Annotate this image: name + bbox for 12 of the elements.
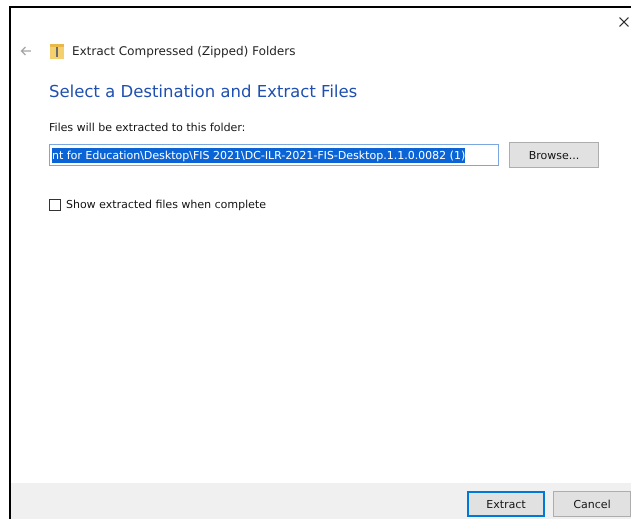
close-icon[interactable]: [619, 17, 629, 27]
field-label: Files will be extracted to this folder:: [49, 121, 246, 134]
checkbox[interactable]: [49, 198, 61, 210]
dialog-button[interactable]: Extract: [467, 491, 545, 517]
window-title: Extract Compressed (Zipped) Folders: [72, 44, 296, 58]
zipped-folder-icon: [50, 43, 64, 59]
dialog-button[interactable]: Cancel: [553, 491, 631, 517]
page-heading: Select a Destination and Extract Files: [49, 82, 358, 101]
browse-button[interactable]: Browse...: [509, 142, 599, 168]
back-arrow-icon[interactable]: [20, 46, 32, 56]
destination-field[interactable]: nt for Education\Desktop\FIS 2021\DC-ILR-2021-FIS-Desktop.1.1.0.0082 (1): [49, 144, 499, 166]
checkbox-label[interactable]: Show extracted files when complete: [66, 198, 266, 211]
